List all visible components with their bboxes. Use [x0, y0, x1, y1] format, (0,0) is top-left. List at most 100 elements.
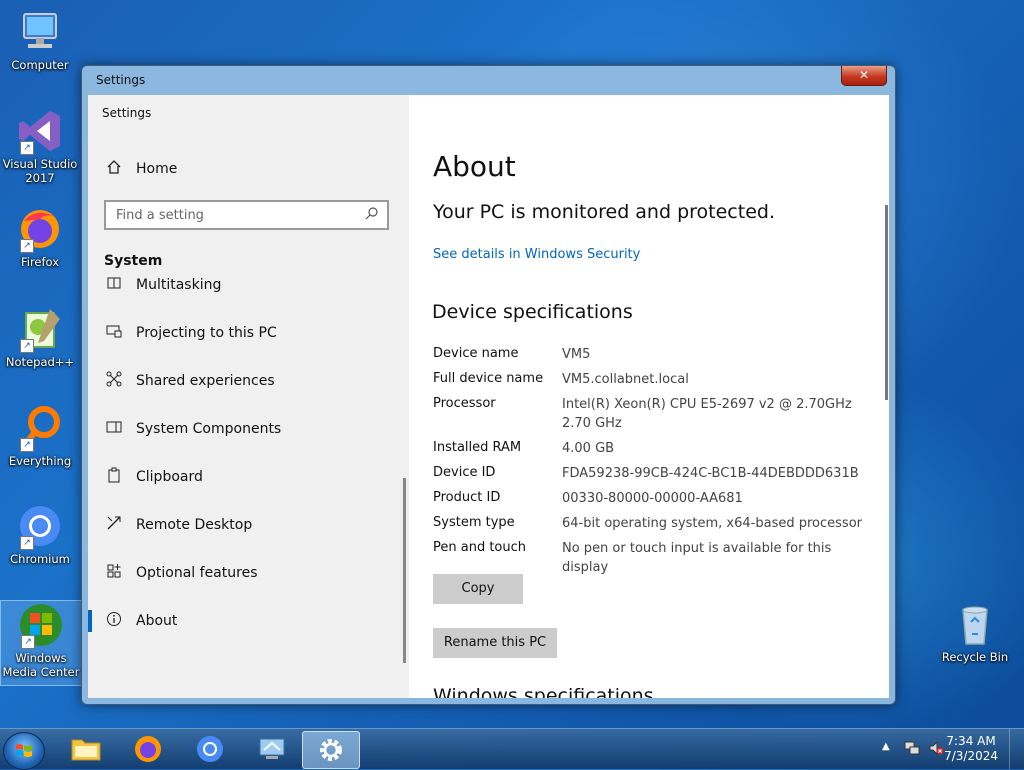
- close-button[interactable]: ✕: [841, 66, 887, 86]
- spec-value: FDA59238-99CB-424C-BC1B-44DEBDDD631B: [562, 466, 859, 481]
- spec-value: No pen or touch input is available for t…: [562, 541, 832, 575]
- everything-search-icon: ↗: [16, 404, 64, 452]
- section-header-system: System: [104, 253, 163, 269]
- show-hidden-icons-icon[interactable]: ▲: [882, 741, 890, 752]
- nav-item-optional-features[interactable]: Optional features: [88, 553, 409, 593]
- nav-item-multitasking[interactable]: Multitasking: [88, 277, 409, 305]
- copy-button[interactable]: Copy: [433, 574, 523, 604]
- network-icon[interactable]: [904, 740, 920, 759]
- spec-label: System type: [433, 515, 515, 530]
- nav-item-label: System Components: [136, 421, 282, 437]
- nav-item-label: Optional features: [136, 565, 258, 581]
- firefox-icon: [135, 736, 161, 762]
- nav-item-label: Multitasking: [136, 277, 222, 293]
- taskbar-chromium[interactable]: [182, 731, 238, 767]
- taskbar-file-explorer[interactable]: [58, 731, 114, 767]
- optional-features-icon: [104, 563, 124, 583]
- desktop-icon-firefox[interactable]: ↗ Firefox: [0, 205, 80, 269]
- nav-item-system-components[interactable]: System Components: [88, 409, 409, 449]
- folder-icon: [71, 739, 101, 761]
- remote-desktop-icon: [104, 515, 124, 535]
- spec-value: Intel(R) Xeon(R) CPU E5-2697 v2 @ 2.70GH…: [562, 397, 852, 431]
- desktop-icon-notepad-plus-plus[interactable]: ↗ Notepad++: [0, 305, 80, 369]
- system-components-icon: [104, 419, 124, 439]
- spec-label: Full device name: [433, 371, 544, 386]
- navigation-pane: Settings Home Find a setting System Mult…: [88, 95, 409, 698]
- windows-security-link[interactable]: See details in Windows Security: [433, 247, 640, 262]
- settings-window: Settings ✕ Settings Home Find a setting …: [81, 65, 896, 705]
- desktop-icon-visual-studio[interactable]: ↗ Visual Studio 2017: [0, 107, 80, 185]
- nav-item-label: Remote Desktop: [136, 517, 253, 533]
- content-scrollbar[interactable]: [885, 205, 888, 400]
- windows-logo-icon: [16, 744, 32, 757]
- desktop-icon-label: Chromium: [10, 552, 70, 566]
- nav-item-remote-desktop[interactable]: Remote Desktop: [88, 505, 409, 545]
- nav-home-label: Home: [136, 161, 178, 177]
- computer-icon: [16, 8, 64, 56]
- taskbar-settings[interactable]: [302, 731, 360, 769]
- system-tray: ▲ 7:34 AM 7/3/2024: [864, 729, 1024, 769]
- app-title: Settings: [102, 106, 152, 120]
- search-placeholder: Find a setting: [116, 208, 204, 223]
- protection-status: Your PC is monitored and protected.: [433, 201, 775, 223]
- desktop-icon-label: Notepad++: [5, 355, 75, 369]
- spec-label: Device ID: [433, 465, 496, 480]
- spec-label: Processor: [433, 396, 496, 411]
- nav-item-shared-experiences[interactable]: Shared experiences: [88, 361, 409, 401]
- search-icon: [365, 206, 379, 224]
- spec-label: Installed RAM: [433, 440, 522, 455]
- start-button[interactable]: [3, 732, 45, 770]
- desktop-icon-chromium[interactable]: ↗ Chromium: [0, 502, 80, 566]
- desktop-icon-label: Computer: [11, 58, 69, 72]
- taskbar-firefox[interactable]: [120, 731, 176, 767]
- nav-item-about[interactable]: About: [88, 601, 409, 641]
- nav-item-projecting[interactable]: Projecting to this PC: [88, 313, 409, 353]
- active-indicator: [88, 610, 92, 632]
- notepad-plus-plus-icon: ↗: [16, 305, 64, 353]
- volume-muted-icon[interactable]: [928, 740, 944, 759]
- chromium-icon: [197, 736, 223, 762]
- clipboard-icon: [104, 467, 124, 487]
- clock-time: 7:34 AM: [946, 734, 996, 748]
- gear-icon: [320, 739, 342, 761]
- multitasking-icon: [104, 277, 124, 295]
- page-title: About: [433, 150, 516, 183]
- desktop-icon-label: Recycle Bin: [941, 650, 1009, 664]
- shared-experiences-icon: [104, 371, 124, 391]
- visual-studio-icon: ↗: [16, 107, 64, 155]
- projecting-icon: [104, 323, 124, 343]
- show-desktop-button[interactable]: [1009, 729, 1024, 769]
- firefox-icon: ↗: [16, 205, 64, 253]
- nav-item-clipboard[interactable]: Clipboard: [88, 457, 409, 497]
- taskbar: ▲ 7:34 AM 7/3/2024: [0, 728, 1024, 770]
- window-title: Settings: [96, 73, 146, 87]
- nav-home[interactable]: Home: [88, 149, 409, 189]
- desktop-icon-label: Firefox: [20, 255, 60, 269]
- nav-item-label: Clipboard: [136, 469, 203, 485]
- desktop-icon-label: Everything: [8, 454, 72, 468]
- desktop-icon-windows-media-center[interactable]: ↗ Windows Media Center: [0, 600, 82, 686]
- spec-value: VM5: [562, 347, 591, 362]
- windows-specifications-heading: Windows specifications: [433, 685, 654, 698]
- desktop-icon-label: Visual Studio 2017: [2, 157, 78, 185]
- recycle-bin-icon: [951, 600, 999, 648]
- nav-scrollbar[interactable]: [403, 478, 406, 663]
- nav-list: Multitasking Projecting to this PC Share…: [88, 277, 409, 698]
- device-specifications-heading: Device specifications: [432, 301, 633, 323]
- taskbar-remote-desktop[interactable]: [244, 731, 300, 767]
- desktop-icon-recycle-bin[interactable]: Recycle Bin: [935, 600, 1015, 664]
- settings-client: Settings Home Find a setting System Mult…: [88, 95, 889, 698]
- rename-pc-button[interactable]: Rename this PC: [433, 628, 557, 658]
- desktop-icon-computer[interactable]: Computer: [0, 8, 80, 72]
- content-pane: About Your PC is monitored and protected…: [409, 95, 889, 698]
- spec-label: Device name: [433, 346, 519, 361]
- search-input[interactable]: Find a setting: [104, 200, 389, 230]
- windows-media-center-icon: ↗: [17, 601, 65, 649]
- spec-label: Pen and touch: [433, 540, 527, 555]
- desktop-icon-label: Windows Media Center: [2, 651, 80, 679]
- desktop-icon-everything[interactable]: ↗ Everything: [0, 404, 80, 468]
- nav-item-label: About: [136, 613, 178, 629]
- clock[interactable]: 7:34 AM 7/3/2024: [944, 734, 998, 764]
- clock-date: 7/3/2024: [944, 749, 998, 763]
- nav-item-label: Projecting to this PC: [136, 325, 277, 341]
